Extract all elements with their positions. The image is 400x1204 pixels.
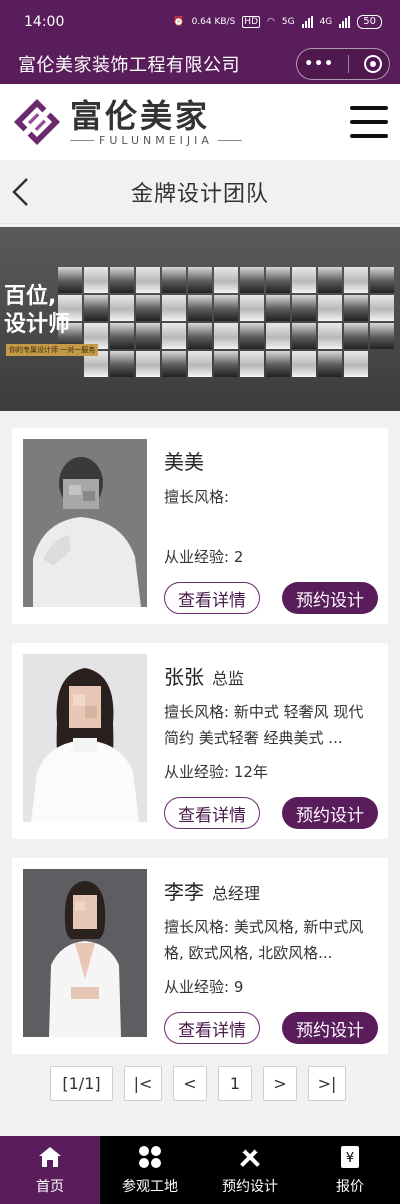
logo-bar: 富伦美家 FULUNMEIJIA (0, 84, 400, 160)
designer-experience: 从业经验: 9 (164, 976, 243, 997)
designer-styles: 擅长风格: 美式风格, 新中式风格, 欧式风格, 北欧风格... (164, 914, 376, 966)
styles-label: 擅长风格: (164, 918, 230, 936)
bottom-tab-bar: 首页 参观工地 预约设计 ¥ 报价 (0, 1136, 400, 1204)
svg-text:¥: ¥ (346, 1151, 354, 1166)
brand-name-en: FULUNMEIJIA (70, 134, 242, 147)
designer-styles: 擅长风格: 新中式 轻奢风 现代简约 美式轻奢 经典美式 ... (164, 699, 376, 751)
book-design-button[interactable]: 预约设计 (282, 797, 378, 829)
tab-label: 首页 (36, 1179, 64, 1195)
designer-experience: 从业经验: 12年 (164, 761, 268, 782)
status-icons: ⏰ 0.64 KB/S HD ◠ 5G 4G 50 (173, 15, 382, 29)
tab-label: 报价 (336, 1179, 364, 1195)
tools-icon (239, 1146, 261, 1167)
network-speed: 0.64 KB/S (191, 17, 236, 27)
experience-value: 12年 (233, 763, 268, 781)
designer-title: 总监 (212, 669, 245, 688)
styles-label: 擅长风格: (164, 488, 230, 506)
network-5g: 5G (281, 17, 295, 27)
designer-photo[interactable] (23, 869, 147, 1037)
pagination: [1/1] |< < 1 > >| (50, 1066, 346, 1101)
network-4g: 4G (319, 17, 333, 27)
page-header: 金牌设计团队 (0, 160, 400, 224)
next-page-button[interactable]: > (263, 1066, 297, 1101)
view-details-button[interactable]: 查看详情 (164, 797, 260, 829)
signal-icon (301, 16, 313, 28)
quote-icon: ¥ (341, 1146, 359, 1168)
designer-card: 李李 总经理 擅长风格: 美式风格, 新中式风格, 欧式风格, 北欧风格... … (12, 858, 388, 1054)
designer-card: 张张 总监 擅长风格: 新中式 轻奢风 现代简约 美式轻奢 经典美式 ... 从… (12, 643, 388, 839)
hd-badge: HD (242, 16, 260, 28)
status-time: 14:00 (24, 14, 65, 30)
designer-title: 总经理 (212, 884, 261, 903)
view-details-button[interactable]: 查看详情 (164, 1012, 260, 1044)
grid-icon (139, 1146, 161, 1168)
tab-label: 预约设计 (222, 1179, 278, 1195)
target-icon[interactable] (363, 55, 382, 73)
book-design-button[interactable]: 预约设计 (282, 1012, 378, 1044)
tab-home[interactable]: 首页 (0, 1136, 100, 1204)
designer-name-row: 美美 (164, 446, 212, 475)
designer-card: 美美 擅长风格: 从业经验: 2 查看详情 预约设计 (12, 428, 388, 624)
capsule-divider (348, 55, 350, 73)
page-title: 金牌设计团队 (130, 181, 269, 207)
book-design-button[interactable]: 预约设计 (282, 582, 378, 614)
designer-name: 李李 (164, 880, 204, 904)
tab-site-visit[interactable]: 参观工地 (100, 1136, 200, 1204)
last-page-button[interactable]: >| (308, 1066, 346, 1101)
banner-subline: 你的专属设计师 一对一服务 (6, 344, 99, 356)
tab-quote[interactable]: ¥ 报价 (300, 1136, 400, 1204)
designer-name: 美美 (164, 450, 204, 474)
signal-icon-2 (339, 16, 351, 28)
current-page-button[interactable]: 1 (218, 1066, 252, 1101)
prev-page-button[interactable]: < (173, 1066, 207, 1101)
mini-program-header: 富伦美家装饰工程有限公司 ••• (0, 44, 400, 84)
back-arrow-icon[interactable] (10, 176, 34, 208)
designers-banner[interactable]: 百位, 设计师 你的专属设计师 一对一服务 (0, 227, 400, 411)
designer-name: 张张 (164, 665, 204, 689)
ellipsis-icon[interactable]: ••• (304, 56, 334, 72)
designer-photo[interactable] (23, 439, 147, 607)
banner-headline-1: 百位, (4, 284, 57, 309)
experience-value: 2 (233, 548, 244, 566)
experience-label: 从业经验: (164, 763, 230, 781)
hamburger-menu-icon[interactable] (350, 106, 388, 138)
banner-headline: 百位, 设计师 (4, 283, 70, 339)
status-bar: 14:00 ⏰ 0.64 KB/S HD ◠ 5G 4G 50 (0, 0, 400, 44)
view-details-button[interactable]: 查看详情 (164, 582, 260, 614)
experience-label: 从业经验: (164, 548, 230, 566)
brand-logo-icon[interactable] (12, 97, 62, 147)
page-info: [1/1] (50, 1066, 113, 1101)
capsule-menu: ••• (296, 48, 390, 80)
battery-icon: 50 (357, 15, 382, 29)
experience-label: 从业经验: (164, 978, 230, 996)
mini-program-title: 富伦美家装饰工程有限公司 (18, 55, 240, 76)
wifi-icon: ◠ (267, 17, 275, 27)
brand-name-cn: 富伦美家 (70, 96, 211, 135)
experience-value: 9 (233, 978, 244, 996)
designer-styles: 擅长风格: (164, 484, 376, 510)
designer-name-row: 张张 总监 (164, 661, 244, 690)
tab-book-design[interactable]: 预约设计 (200, 1136, 300, 1204)
designer-photo[interactable] (23, 654, 147, 822)
designer-experience: 从业经验: 2 (164, 546, 243, 567)
designer-photo-grid (58, 267, 396, 377)
first-page-button[interactable]: |< (124, 1066, 162, 1101)
designer-name-row: 李李 总经理 (164, 876, 260, 905)
brand-logo-text: 富伦美家 FULUNMEIJIA (70, 98, 242, 147)
styles-label: 擅长风格: (164, 703, 230, 721)
tab-label: 参观工地 (122, 1179, 178, 1195)
banner-headline-2: 设计师 (4, 312, 71, 337)
alarm-icon: ⏰ (173, 17, 185, 27)
home-icon (39, 1147, 61, 1167)
